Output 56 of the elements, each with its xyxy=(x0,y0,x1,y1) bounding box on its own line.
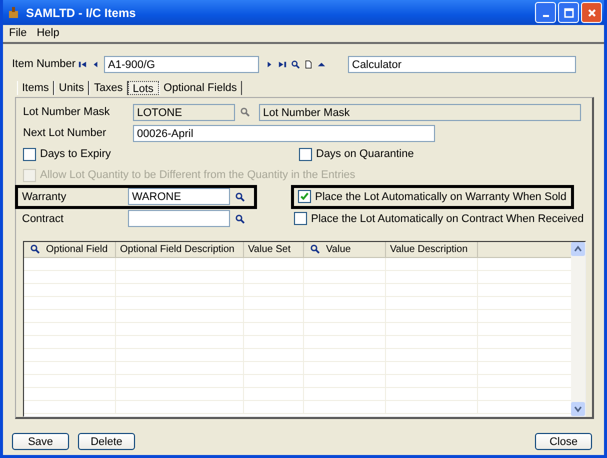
menu-item[interactable]: Help xyxy=(36,27,60,40)
column-header[interactable]: Optional Field Description xyxy=(116,242,244,257)
minimize-icon xyxy=(542,14,548,16)
search-icon[interactable] xyxy=(310,244,320,254)
scroll-up-icon[interactable] xyxy=(571,242,585,256)
field-label: Lot Number Mask xyxy=(23,106,111,118)
field-label: Next Lot Number xyxy=(23,127,108,140)
window-title: SAMLTD - I/C Items xyxy=(26,6,137,20)
field-label: Warranty xyxy=(22,190,68,203)
first-record-icon[interactable] xyxy=(78,60,87,68)
field-label: Item Number xyxy=(12,58,76,70)
button[interactable]: Save xyxy=(12,433,69,450)
tab[interactable]: Optional Fields xyxy=(158,81,242,95)
lot-number-mask-field[interactable]: LOTONE xyxy=(133,104,235,121)
search-icon[interactable] xyxy=(30,244,40,254)
maximize-button[interactable] xyxy=(558,2,579,23)
column-header[interactable]: Optional Field xyxy=(24,242,116,257)
close-icon xyxy=(586,8,596,18)
warranty-field[interactable]: WARONE xyxy=(128,188,230,206)
tab[interactable]: Lots xyxy=(128,81,159,95)
close-button[interactable] xyxy=(581,2,602,23)
scroll-down-icon[interactable] xyxy=(571,402,585,416)
search-icon[interactable] xyxy=(235,192,245,202)
column-header[interactable]: Value Set xyxy=(244,242,304,257)
checkbox[interactable] xyxy=(23,148,36,161)
tab[interactable]: Items xyxy=(17,81,54,95)
app-icon xyxy=(7,6,21,20)
checkbox-label: Days to Expiry xyxy=(40,148,111,160)
mask-description-field: Lot Number Mask xyxy=(259,104,581,121)
checkbox[interactable] xyxy=(294,212,307,226)
next-record-icon[interactable] xyxy=(265,60,274,68)
search-icon[interactable] xyxy=(235,214,245,224)
column-header[interactable]: Value xyxy=(304,242,386,257)
minimize-button[interactable] xyxy=(535,2,556,23)
item-number-field[interactable]: A1-900/G xyxy=(104,56,259,72)
menu-item[interactable]: File xyxy=(9,27,27,40)
next-lot-number-field[interactable]: 00026-April xyxy=(133,124,435,142)
maximize-icon xyxy=(564,8,574,18)
checkbox-label: Allow Lot Quantity to be Different from the Quantity in the Entries xyxy=(40,169,356,182)
checkbox[interactable] xyxy=(299,148,312,161)
checkbox-label: Days on Quarantine xyxy=(316,148,414,160)
checkbox-label: Place the Lot Automatically on Contract When Received xyxy=(311,212,584,225)
checkbox[interactable] xyxy=(298,190,311,204)
search-icon[interactable] xyxy=(291,60,300,68)
scrollbar[interactable] xyxy=(571,242,585,416)
button[interactable]: Delete xyxy=(78,433,135,450)
last-record-icon[interactable] xyxy=(278,60,287,68)
column-header[interactable]: Value Description xyxy=(386,242,478,257)
contract-field[interactable] xyxy=(128,210,230,228)
button[interactable]: Close xyxy=(535,433,592,450)
item-description-field[interactable]: Calculator xyxy=(348,56,576,72)
tab[interactable]: Units xyxy=(54,81,89,95)
field-label: Contract xyxy=(22,212,65,225)
document-icon[interactable] xyxy=(304,60,313,68)
checkbox-label: Place the Lot Automatically on Warranty When Sold xyxy=(315,190,566,203)
previous-record-icon[interactable] xyxy=(91,60,100,68)
